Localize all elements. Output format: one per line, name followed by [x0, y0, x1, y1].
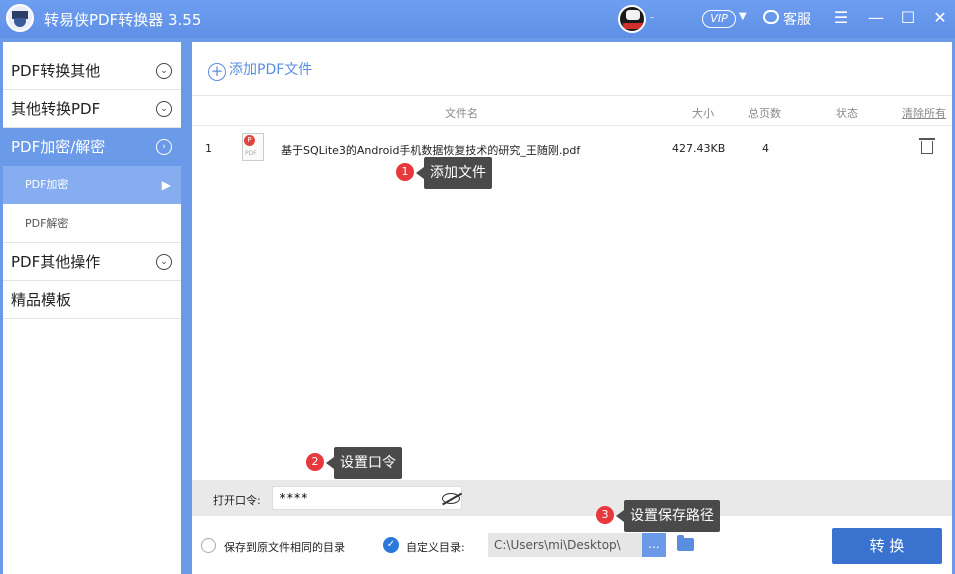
column-header-status: 状态 [836, 107, 858, 120]
same-dir-label: 保存到原文件相同的目录 [224, 541, 345, 554]
sidebar-item-pdf-encrypt-decrypt[interactable]: PDF加密/解密 › [3, 128, 181, 166]
column-header-pages: 总页数 [748, 107, 781, 120]
page-count: 4 [762, 142, 769, 155]
browse-button[interactable]: ... [642, 533, 666, 557]
user-dropdown-indicator[interactable]: - [650, 10, 654, 24]
sidebar-item-label: 精品模板 [11, 291, 72, 309]
table-header: 文件名 大小 总页数 状态 清除所有 [192, 95, 952, 126]
convert-button[interactable]: 转 换 [832, 528, 942, 564]
add-pdf-label: 添加PDF文件 [229, 62, 313, 78]
file-name: 基于SQLite3的Android手机数据恢复技术的研究_王随刚.pdf [281, 144, 581, 157]
step-badge-2: 2 [306, 453, 324, 471]
save-options: 保存到原文件相同的目录 ✓ 自定义目录: C:\Users\mi\Desktop… [192, 516, 952, 574]
eye-off-icon[interactable] [442, 493, 460, 504]
chevron-down-icon: ⌄ [156, 63, 172, 79]
chevron-down-icon: ⌄ [156, 254, 172, 270]
sidebar-item-label: 其他转换PDF [11, 100, 101, 118]
customer-service-button[interactable]: 客服 [783, 9, 811, 29]
sidebar-subitem-label: PDF解密 [25, 217, 69, 230]
chevron-down-icon[interactable]: ▼ [739, 11, 747, 22]
sidebar-subitem-label: PDF加密 [25, 178, 69, 191]
file-size: 427.43KB [672, 142, 726, 155]
app-title: 转易侠PDF转换器 3.55 [44, 11, 202, 29]
folder-icon[interactable] [677, 535, 694, 551]
step-badge-1: 1 [396, 163, 414, 181]
pdf-file-icon: P PDF [242, 133, 264, 161]
table-row[interactable]: 1 P PDF 基于SQLite3的Android手机数据恢复技术的研究_王随刚.… [192, 128, 952, 168]
vip-button[interactable]: VIP [702, 10, 736, 28]
sidebar: PDF转换其他 ⌄ 其他转换PDF ⌄ PDF加密/解密 › PDF加密 ▶ P… [3, 42, 181, 574]
maximize-icon[interactable]: ☐ [898, 8, 918, 28]
user-avatar[interactable] [618, 5, 646, 33]
sidebar-subitem-pdf-encrypt[interactable]: PDF加密 ▶ [3, 166, 181, 204]
main-panel: + 添加PDF文件 文件名 大小 总页数 状态 清除所有 1 P PDF 基于SQL… [192, 42, 952, 574]
sidebar-item-label: PDF转换其他 [11, 62, 101, 80]
sidebar-subitem-pdf-decrypt[interactable]: PDF解密 [3, 205, 181, 243]
trash-icon[interactable] [919, 138, 935, 154]
tooltip-add-file: 添加文件 [416, 157, 492, 189]
chevron-right-icon: ▶ [161, 178, 171, 192]
title-bar: 转易侠PDF转换器 3.55 - VIP ▼ 客服 ☰ — ☐ ✕ [0, 0, 955, 38]
plus-circle-icon: + [208, 63, 226, 81]
password-bar: 打开口令: **** [192, 480, 952, 516]
clear-all-link[interactable]: 清除所有 [902, 105, 946, 121]
sidebar-item-pdf-other-ops[interactable]: PDF其他操作 ⌄ [3, 243, 181, 281]
chevron-right-icon: › [156, 139, 172, 155]
password-input[interactable]: **** [272, 486, 462, 510]
minimize-icon[interactable]: — [866, 8, 886, 28]
column-header-filename: 文件名 [445, 107, 478, 120]
chat-icon[interactable] [763, 10, 779, 24]
sidebar-item-other-to-pdf[interactable]: 其他转换PDF ⌄ [3, 90, 181, 128]
tooltip-set-password: 设置口令 [326, 447, 402, 479]
sidebar-item-pdf-to-other[interactable]: PDF转换其他 ⌄ [3, 52, 181, 90]
save-path-field[interactable]: C:\Users\mi\Desktop\ [488, 533, 642, 557]
password-label: 打开口令: [213, 494, 261, 507]
column-header-size: 大小 [692, 107, 714, 120]
sidebar-item-label: PDF其他操作 [11, 253, 101, 271]
same-dir-radio[interactable] [201, 538, 216, 553]
row-index: 1 [205, 142, 212, 155]
check-icon[interactable]: ✓ [383, 537, 399, 553]
add-pdf-button[interactable]: + 添加PDF文件 [208, 59, 312, 81]
app-logo [6, 4, 34, 32]
menu-icon[interactable]: ☰ [831, 8, 851, 28]
sidebar-item-label: PDF加密/解密 [11, 138, 106, 156]
sidebar-item-templates[interactable]: 精品模板 [3, 281, 181, 319]
custom-dir-label: 自定义目录: [406, 541, 465, 554]
chevron-down-icon: ⌄ [156, 101, 172, 117]
close-icon[interactable]: ✕ [930, 8, 950, 28]
